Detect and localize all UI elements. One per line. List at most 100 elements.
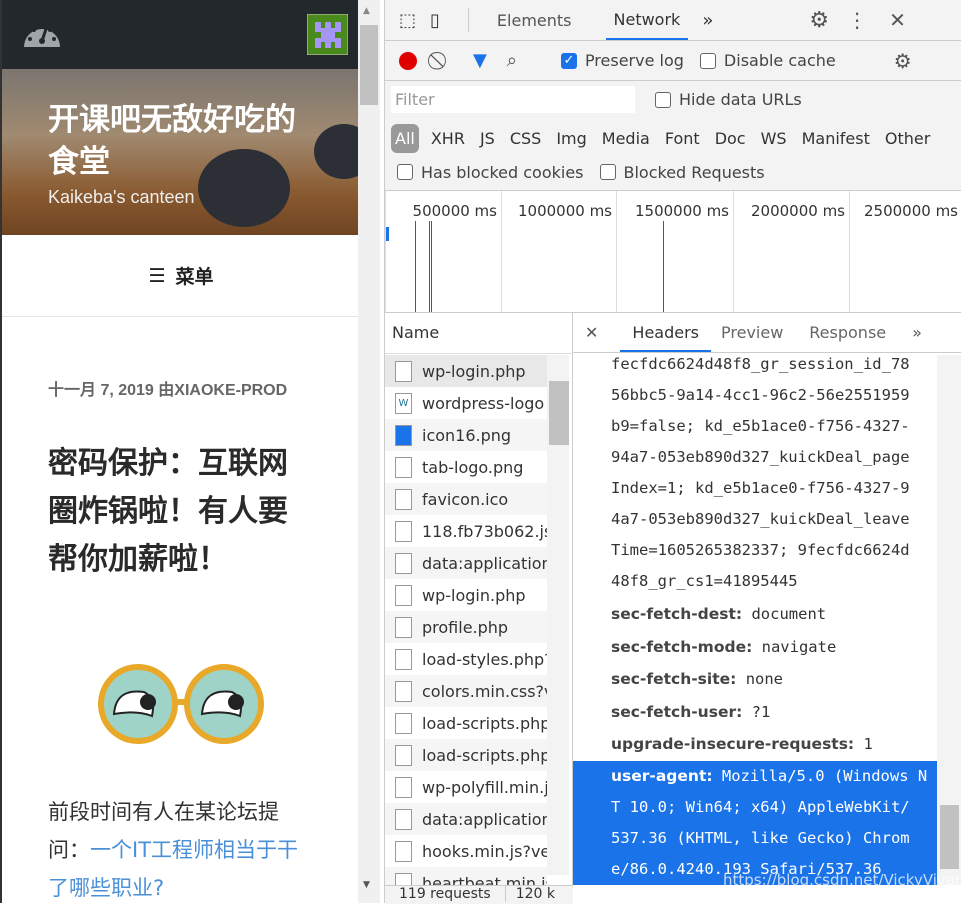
- page-scrollbar[interactable]: ▲ ▼: [358, 0, 380, 903]
- request-row[interactable]: tab-logo.png: [385, 451, 547, 483]
- blocked-requests-checkbox[interactable]: [599, 164, 616, 180]
- tab-response[interactable]: Response: [809, 323, 886, 342]
- request-row[interactable]: wp-polyfill.min.j: [385, 771, 547, 803]
- has-blocked-cookies-checkbox[interactable]: [397, 164, 413, 180]
- request-name: data:application: [422, 553, 547, 573]
- timeline-tick: 2000000 ms: [733, 191, 849, 313]
- type-doc[interactable]: Doc: [715, 129, 746, 148]
- inspect-element-icon[interactable]: ⬚: [399, 10, 416, 31]
- name-column-header[interactable]: Name: [392, 323, 439, 342]
- blocked-filters: Has blocked cookies Blocked Requests: [385, 158, 961, 186]
- type-all[interactable]: All: [391, 123, 419, 153]
- request-name: wp-login.php: [422, 361, 526, 381]
- request-name: data:application: [422, 809, 547, 829]
- request-row[interactable]: Wwordpress-logo: [385, 387, 547, 419]
- header-row: sec-fetch-dest: document: [611, 605, 827, 623]
- scroll-up-icon[interactable]: ▲: [363, 6, 370, 16]
- user-agent-line: user-agent: Mozilla/5.0 (Windows N: [611, 766, 928, 785]
- tab-elements[interactable]: Elements: [495, 11, 574, 30]
- request-name: wp-login.php: [422, 585, 526, 605]
- more-options-icon[interactable]: ⋮: [847, 8, 867, 32]
- hide-data-urls[interactable]: Hide data URLs: [655, 90, 802, 109]
- type-manifest[interactable]: Manifest: [802, 129, 870, 148]
- document-file-icon: [395, 360, 412, 382]
- scrollbar-thumb[interactable]: [360, 25, 378, 105]
- header-image: 开课吧无敌好吃的食堂 Kaikeba's canteen: [2, 69, 358, 235]
- request-list-scrollbar[interactable]: [547, 355, 569, 875]
- preserve-log-checkbox[interactable]: ✓: [560, 52, 577, 69]
- cookie-value-line: 48f8_gr_cs1=41895445: [611, 572, 798, 590]
- request-row[interactable]: load-styles.php?: [385, 643, 547, 675]
- type-filter-bar: All XHR JS CSS Img Media Font Doc WS Man…: [385, 120, 961, 156]
- request-row[interactable]: icon16.png: [385, 419, 547, 451]
- type-media[interactable]: Media: [602, 129, 650, 148]
- cookie-value-line: 56bbc5-9a14-4cc1-96c2-56e2551959: [611, 386, 910, 404]
- type-other[interactable]: Other: [885, 129, 930, 148]
- document-file-icon: [395, 648, 412, 670]
- scroll-down-icon[interactable]: ▼: [363, 880, 370, 890]
- network-settings-gear-icon[interactable]: ⚙: [894, 49, 912, 73]
- timeline-tick: 500000 ms: [385, 191, 501, 313]
- request-row[interactable]: hooks.min.js?ver: [385, 835, 547, 867]
- document-file-icon: [395, 488, 412, 510]
- request-name: profile.php: [422, 617, 509, 637]
- has-blocked-cookies-label: Has blocked cookies: [421, 162, 584, 182]
- transferred-size: 120 k: [504, 886, 555, 902]
- request-row[interactable]: data:application: [385, 547, 547, 579]
- load-event-line: [663, 221, 664, 313]
- post-title[interactable]: 密码保护：互联网圈炸锅啦！有人要帮你加薪啦！: [48, 440, 310, 584]
- request-name: load-scripts.php: [422, 745, 547, 765]
- cookie-value-line: b9=false; kd_e5b1ace0-f756-4327-: [611, 417, 910, 435]
- type-xhr[interactable]: XHR: [431, 129, 465, 148]
- request-row[interactable]: wp-login.php: [385, 355, 547, 387]
- request-name: load-styles.php?: [422, 649, 547, 669]
- request-row[interactable]: favicon.ico: [385, 483, 547, 515]
- request-bar: [386, 227, 389, 241]
- type-js[interactable]: JS: [480, 129, 495, 148]
- request-row[interactable]: data:application: [385, 803, 547, 835]
- type-font[interactable]: Font: [665, 129, 700, 148]
- image-file-icon: [395, 424, 412, 446]
- cookie-value-line: 4a7-053eb890d327_kuickDeal_leave: [611, 510, 910, 528]
- search-icon[interactable]: ⌕: [507, 50, 517, 71]
- type-ws[interactable]: WS: [761, 129, 787, 148]
- hide-data-urls-checkbox[interactable]: [655, 91, 671, 108]
- tab-preview[interactable]: Preview: [721, 323, 783, 342]
- request-name: wp-polyfill.min.j: [422, 777, 547, 797]
- type-img[interactable]: Img: [556, 129, 586, 148]
- wordpress-file-icon: W: [395, 392, 412, 414]
- tab-network[interactable]: Network: [605, 0, 689, 40]
- request-row[interactable]: wp-login.php: [385, 579, 547, 611]
- more-detail-tabs-chevron-icon[interactable]: »: [912, 323, 922, 342]
- menu-toggle[interactable]: ☰ 菜单: [2, 235, 358, 317]
- user-avatar[interactable]: [307, 14, 348, 55]
- request-row[interactable]: 118.fb73b062.js: [385, 515, 547, 547]
- request-details: ✕ Headers Preview Response » fecfdc6624d…: [573, 312, 961, 903]
- post-meta[interactable]: 十一月 7, 2019 由XIAOKE-PROD: [48, 376, 308, 405]
- webpage-viewport: 开课吧无敌好吃的食堂 Kaikeba's canteen ☰ 菜单 十一月 7, …: [0, 0, 358, 903]
- record-icon[interactable]: [399, 51, 417, 70]
- request-row[interactable]: load-scripts.php: [385, 739, 547, 771]
- close-details-icon[interactable]: ✕: [585, 323, 598, 342]
- request-row[interactable]: load-scripts.php: [385, 707, 547, 739]
- settings-gear-icon[interactable]: ⚙: [809, 8, 829, 33]
- post-excerpt: 前段时间有人在某论坛提问：一个IT工程师相当于干了哪些职业?: [48, 793, 318, 903]
- type-css[interactable]: CSS: [510, 129, 541, 148]
- details-scrollbar[interactable]: [937, 355, 961, 885]
- request-row[interactable]: profile.php: [385, 611, 547, 643]
- site-title[interactable]: 开课吧无敌好吃的食堂: [48, 99, 318, 183]
- network-timeline-overview[interactable]: 500000 ms 1000000 ms 1500000 ms 2000000 …: [385, 190, 961, 313]
- dashboard-gauge-icon[interactable]: [22, 17, 62, 49]
- device-toolbar-icon[interactable]: ▯: [430, 10, 440, 31]
- close-icon[interactable]: ✕: [889, 8, 906, 32]
- tab-headers[interactable]: Headers: [620, 314, 711, 352]
- request-row[interactable]: colors.min.css?v: [385, 675, 547, 707]
- filter-input[interactable]: Filter: [391, 86, 635, 113]
- filter-funnel-icon[interactable]: ▼: [473, 50, 487, 71]
- document-file-icon: [395, 776, 412, 798]
- glasses-image: [98, 664, 264, 744]
- document-file-icon: [395, 520, 412, 542]
- more-tabs-chevron-icon[interactable]: »: [702, 10, 713, 31]
- disable-cache-checkbox[interactable]: [699, 52, 716, 69]
- request-name: tab-logo.png: [422, 457, 524, 477]
